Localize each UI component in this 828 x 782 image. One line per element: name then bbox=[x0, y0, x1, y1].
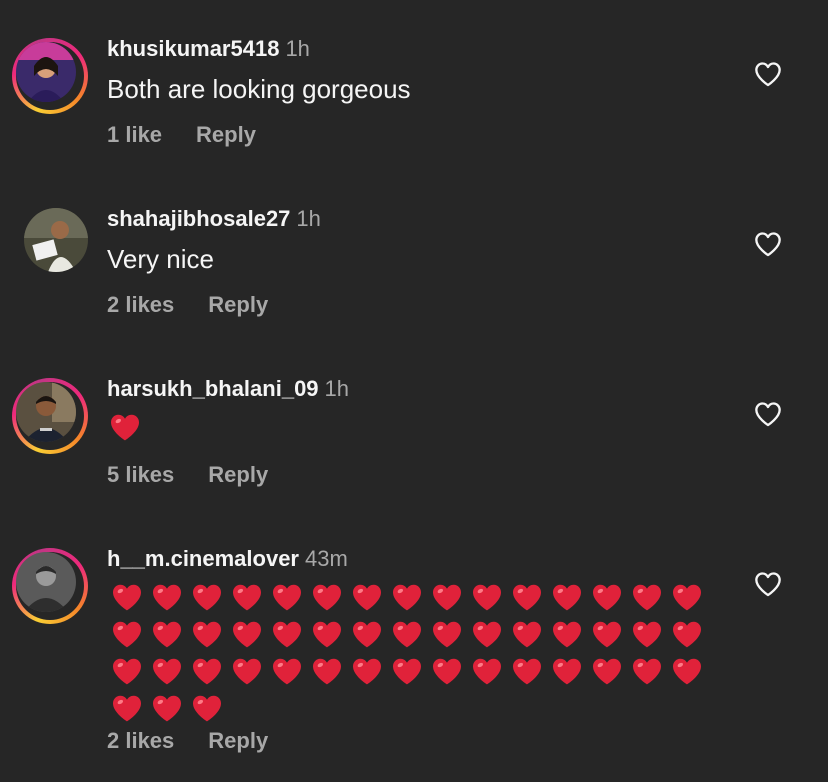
red-heart-emoji bbox=[267, 656, 307, 688]
heart-outline-icon[interactable] bbox=[754, 61, 782, 87]
red-heart-emoji bbox=[587, 582, 627, 614]
comment-text bbox=[107, 582, 707, 730]
red-heart-emoji bbox=[667, 656, 707, 688]
timestamp: 43m bbox=[304, 546, 348, 571]
red-heart-emoji bbox=[107, 582, 147, 614]
red-heart-emoji bbox=[267, 619, 307, 651]
red-heart-emoji bbox=[147, 582, 187, 614]
username[interactable]: khusikumar5418 bbox=[107, 36, 279, 61]
comment-actions: 1 like Reply bbox=[107, 122, 256, 148]
red-heart-emoji bbox=[147, 693, 187, 725]
reply-button[interactable]: Reply bbox=[208, 462, 268, 487]
red-heart-emoji bbox=[427, 656, 467, 688]
red-heart-emoji bbox=[467, 619, 507, 651]
comment-header: h__m.cinemalover 43m bbox=[107, 546, 348, 572]
heart-outline-icon[interactable] bbox=[754, 401, 782, 427]
comment-header: khusikumar5418 1h bbox=[107, 36, 310, 62]
likes-count[interactable]: 2 likes bbox=[107, 728, 174, 753]
red-heart-emoji bbox=[387, 619, 427, 651]
red-heart-emoji bbox=[187, 619, 227, 651]
red-heart-emoji bbox=[347, 619, 387, 651]
red-heart-emoji bbox=[347, 656, 387, 688]
red-heart-emoji bbox=[587, 619, 627, 651]
comment-item: khusikumar5418 1h Both are looking gorgeo… bbox=[0, 0, 828, 170]
red-heart-emoji bbox=[507, 619, 547, 651]
comment-header: shahajibhosale27 1h bbox=[107, 206, 321, 232]
heart-outline-icon[interactable] bbox=[754, 231, 782, 257]
reply-button[interactable]: Reply bbox=[208, 292, 268, 317]
comment-actions: 2 likes Reply bbox=[107, 292, 268, 318]
avatar bbox=[16, 382, 76, 442]
red-heart-emoji bbox=[227, 656, 267, 688]
likes-count[interactable]: 5 likes bbox=[107, 462, 174, 487]
red-heart-emoji bbox=[307, 656, 347, 688]
comments-list: khusikumar5418 1h Both are looking gorgeo… bbox=[0, 0, 828, 782]
timestamp: 1h bbox=[296, 206, 321, 231]
red-heart-emoji bbox=[427, 619, 467, 651]
reply-button[interactable]: Reply bbox=[196, 122, 256, 147]
avatar bbox=[16, 42, 76, 102]
red-heart-emoji bbox=[307, 582, 347, 614]
username[interactable]: harsukh_bhalani_09 bbox=[107, 376, 319, 401]
username[interactable]: shahajibhosale27 bbox=[107, 206, 290, 231]
red-heart-emoji bbox=[347, 582, 387, 614]
red-heart-emoji bbox=[627, 656, 667, 688]
likes-count[interactable]: 2 likes bbox=[107, 292, 174, 317]
comment-item: h__m.cinemalover 43m 2 likes Reply bbox=[0, 510, 828, 782]
red-heart-emoji bbox=[187, 656, 227, 688]
red-heart-emoji bbox=[547, 619, 587, 651]
red-heart-emoji bbox=[187, 582, 227, 614]
red-heart-emoji bbox=[467, 656, 507, 688]
heart-outline-icon[interactable] bbox=[754, 571, 782, 597]
red-heart-emoji bbox=[107, 619, 147, 651]
red-heart-emoji bbox=[627, 582, 667, 614]
red-heart-emoji bbox=[587, 656, 627, 688]
comment-actions: 2 likes Reply bbox=[107, 728, 268, 754]
red-heart-emoji bbox=[387, 582, 427, 614]
comment-item: harsukh_bhalani_09 1h 5 likes Reply bbox=[0, 340, 828, 510]
red-heart-emoji bbox=[427, 582, 467, 614]
red-heart-emoji bbox=[507, 656, 547, 688]
red-heart-emoji bbox=[307, 619, 347, 651]
comment-text: Both are looking gorgeous bbox=[107, 74, 411, 104]
red-heart-emoji bbox=[187, 693, 227, 725]
red-heart-emoji bbox=[227, 582, 267, 614]
avatar-story-ring[interactable] bbox=[12, 38, 88, 114]
red-heart-emoji bbox=[627, 619, 667, 651]
red-heart-emoji bbox=[547, 656, 587, 688]
red-heart-emoji bbox=[147, 656, 187, 688]
likes-count[interactable]: 1 like bbox=[107, 122, 162, 147]
avatar-story-ring[interactable] bbox=[12, 378, 88, 454]
reply-button[interactable]: Reply bbox=[208, 728, 268, 753]
red-heart-emoji bbox=[147, 619, 187, 651]
red-heart-emoji bbox=[107, 412, 143, 444]
comment-text: Very nice bbox=[107, 244, 214, 274]
avatar bbox=[16, 552, 76, 612]
comment-actions: 5 likes Reply bbox=[107, 462, 268, 488]
red-heart-emoji bbox=[387, 656, 427, 688]
timestamp: 1h bbox=[285, 36, 310, 61]
comment-item: shahajibhosale27 1h Very nice 2 likes Repl… bbox=[0, 170, 828, 340]
username[interactable]: h__m.cinemalover bbox=[107, 546, 299, 571]
red-heart-emoji bbox=[107, 656, 147, 688]
red-heart-emoji bbox=[547, 582, 587, 614]
red-heart-emoji bbox=[467, 582, 507, 614]
timestamp: 1h bbox=[324, 376, 350, 401]
comment-header: harsukh_bhalani_09 1h bbox=[107, 376, 349, 402]
red-heart-emoji bbox=[107, 693, 147, 725]
red-heart-emoji bbox=[667, 619, 707, 651]
avatar-story-ring[interactable] bbox=[12, 548, 88, 624]
red-heart-emoji bbox=[667, 582, 707, 614]
red-heart-emoji bbox=[507, 582, 547, 614]
red-heart-emoji bbox=[267, 582, 307, 614]
comment-text bbox=[107, 412, 143, 450]
red-heart-emoji bbox=[227, 619, 267, 651]
avatar[interactable] bbox=[24, 208, 88, 272]
